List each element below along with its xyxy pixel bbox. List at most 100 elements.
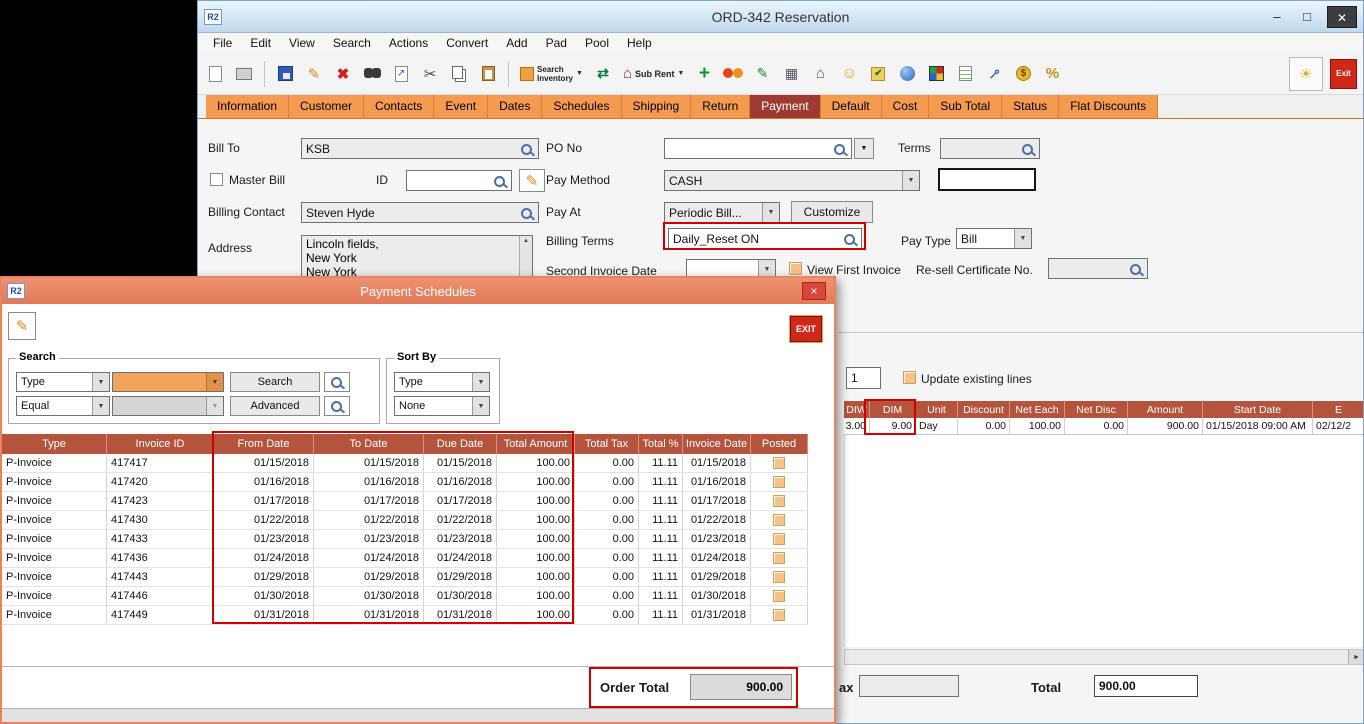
line-row[interactable]: 3.009.00Day0.00100.000.00900.0001/15/201… — [844, 418, 1364, 435]
line-count-field[interactable]: 1 — [846, 367, 881, 389]
schedule-row[interactable]: P-Invoice41743001/22/201801/22/201801/22… — [2, 511, 808, 530]
line-column-amount[interactable]: Amount — [1128, 401, 1203, 418]
export-button[interactable]: ↗ — [390, 58, 412, 90]
search-icon[interactable] — [833, 142, 847, 156]
copy-button[interactable] — [448, 58, 470, 90]
new-document-button[interactable] — [204, 58, 226, 90]
column-header-total-tax[interactable]: Total Tax — [575, 434, 639, 454]
posted-checkbox[interactable] — [773, 495, 785, 507]
tab-customer[interactable]: Customer — [289, 95, 364, 118]
minimize-button[interactable]: – — [1267, 9, 1287, 24]
tab-flat-discounts[interactable]: Flat Discounts — [1059, 95, 1158, 118]
search-icon[interactable] — [520, 206, 534, 220]
posted-checkbox[interactable] — [773, 476, 785, 488]
id-field[interactable] — [406, 170, 512, 191]
chevron-down-icon[interactable]: ▼ — [902, 171, 919, 190]
key-button[interactable]: ⊸ — [983, 58, 1005, 90]
advanced-button[interactable]: Advanced — [230, 396, 320, 416]
title-bar[interactable]: R2 ORD-342 Reservation – □ ✕ — [198, 1, 1363, 33]
search-value-dropdown[interactable]: ▼ — [112, 372, 224, 392]
tab-cost[interactable]: Cost — [882, 95, 930, 118]
chevron-down-icon[interactable]: ▼ — [762, 203, 779, 222]
sub-rent-button[interactable]: ⌂Sub Rent▼ — [621, 57, 687, 91]
schedule-row[interactable]: P-Invoice41744901/31/201801/31/201801/31… — [2, 606, 808, 625]
search-operator-dropdown[interactable]: Equal ▼ — [16, 396, 110, 416]
tab-schedules[interactable]: Schedules — [542, 95, 621, 118]
search-inventory-button[interactable]: SearchInventory▼ — [518, 57, 585, 91]
close-button[interactable]: ✕ — [1327, 6, 1357, 28]
cut-button[interactable]: ✂ — [419, 58, 441, 90]
cube-button[interactable] — [925, 58, 947, 90]
flashlight-button[interactable]: ☀ — [1289, 57, 1323, 91]
posted-checkbox[interactable] — [773, 457, 785, 469]
resell-certificate-field[interactable] — [1048, 258, 1148, 279]
pay-type-dropdown[interactable]: Bill ▼ — [956, 228, 1032, 249]
menu-item-pad[interactable]: Pad — [537, 36, 576, 50]
view-first-invoice-checkbox[interactable] — [789, 262, 802, 275]
chevron-down-icon[interactable]: ▼ — [92, 373, 109, 391]
chevron-down-icon[interactable]: ▼ — [472, 373, 489, 391]
line-column-e[interactable]: E — [1313, 401, 1364, 418]
menu-item-view[interactable]: View — [280, 36, 324, 50]
tab-payment[interactable]: Payment — [750, 95, 820, 118]
column-header-posted[interactable]: Posted — [751, 434, 808, 454]
dialog-close-button[interactable]: × — [802, 282, 826, 300]
money-button[interactable]: $ — [1012, 58, 1034, 90]
schedule-row[interactable]: P-Invoice41742001/16/201801/16/201801/16… — [2, 473, 808, 492]
line-column-diw[interactable]: DIW — [844, 401, 870, 418]
search-icon[interactable] — [1021, 142, 1035, 156]
advanced-search-icon-button[interactable] — [324, 396, 350, 416]
menu-item-actions[interactable]: Actions — [380, 36, 437, 50]
column-header-type[interactable]: Type — [2, 434, 107, 454]
tab-contacts[interactable]: Contacts — [364, 95, 434, 118]
search-icon[interactable] — [520, 142, 534, 156]
schedule-row[interactable]: P-Invoice41743301/23/201801/23/201801/23… — [2, 530, 808, 549]
chevron-down-icon[interactable]: ▼ — [1014, 229, 1031, 248]
tab-status[interactable]: Status — [1002, 95, 1059, 118]
scroll-up-icon[interactable]: ▲ — [523, 236, 529, 246]
maximize-button[interactable]: □ — [1297, 9, 1317, 24]
billing-terms-field[interactable]: Daily_Reset ON — [668, 228, 862, 250]
pay-at-dropdown[interactable]: Periodic Bill... ▼ — [664, 202, 780, 223]
schedule-row[interactable]: P-Invoice41744601/30/201801/30/201801/30… — [2, 587, 808, 606]
search-field-dropdown[interactable]: Type ▼ — [16, 372, 110, 392]
posted-checkbox[interactable] — [773, 514, 785, 526]
dialog-title-bar[interactable]: R2 Payment Schedules × — [2, 278, 834, 304]
menu-item-add[interactable]: Add — [497, 36, 536, 50]
posted-checkbox[interactable] — [773, 590, 785, 602]
tab-information[interactable]: Information — [206, 95, 289, 118]
column-header-due-date[interactable]: Due Date — [424, 434, 497, 454]
memo-button[interactable]: ✎ — [751, 58, 773, 90]
line-column-discount[interactable]: Discount — [958, 401, 1010, 418]
tab-default[interactable]: Default — [821, 95, 882, 118]
menu-item-file[interactable]: File — [204, 36, 241, 50]
line-column-net-each[interactable]: Net Each — [1010, 401, 1065, 418]
schedule-row[interactable]: P-Invoice41742301/17/201801/17/201801/17… — [2, 492, 808, 511]
chevron-down-icon[interactable]: ▼ — [92, 397, 109, 415]
customize-button[interactable]: Customize — [791, 201, 873, 223]
tab-return[interactable]: Return — [691, 95, 750, 118]
pay-method-extra-field[interactable] — [938, 168, 1036, 191]
terms-field[interactable] — [940, 138, 1040, 159]
tab-shipping[interactable]: Shipping — [622, 95, 692, 118]
paste-button[interactable] — [477, 58, 499, 90]
menu-item-edit[interactable]: Edit — [241, 36, 280, 50]
billing-contact-field[interactable]: Steven Hyde — [301, 202, 539, 223]
notes-button[interactable] — [954, 58, 976, 90]
id-edit-button[interactable]: ✎ — [519, 169, 545, 192]
schedule-row[interactable]: P-Invoice41744301/29/201801/29/201801/29… — [2, 568, 808, 587]
menu-item-search[interactable]: Search — [324, 36, 380, 50]
sort-order-dropdown[interactable]: None ▼ — [394, 396, 490, 416]
schedule-row[interactable]: P-Invoice41743601/24/201801/24/201801/24… — [2, 549, 808, 568]
lines-grid-hscrollbar[interactable]: ► — [844, 649, 1364, 665]
column-header-invoice-id[interactable]: Invoice ID — [107, 434, 214, 454]
schedule-row[interactable]: P-Invoice41741701/15/201801/15/201801/15… — [2, 454, 808, 473]
menu-item-help[interactable]: Help — [618, 36, 661, 50]
smiley-button[interactable]: ☺ — [838, 58, 860, 90]
bank-button[interactable]: ⌂ — [809, 58, 831, 90]
line-column-start-date[interactable]: Start Date — [1203, 401, 1313, 418]
po-no-field[interactable] — [664, 138, 852, 159]
chevron-down-icon[interactable]: ▼ — [472, 397, 489, 415]
column-header-total-[interactable]: Total % — [639, 434, 683, 454]
search-operator-value-dropdown[interactable]: ▼ — [112, 396, 224, 416]
